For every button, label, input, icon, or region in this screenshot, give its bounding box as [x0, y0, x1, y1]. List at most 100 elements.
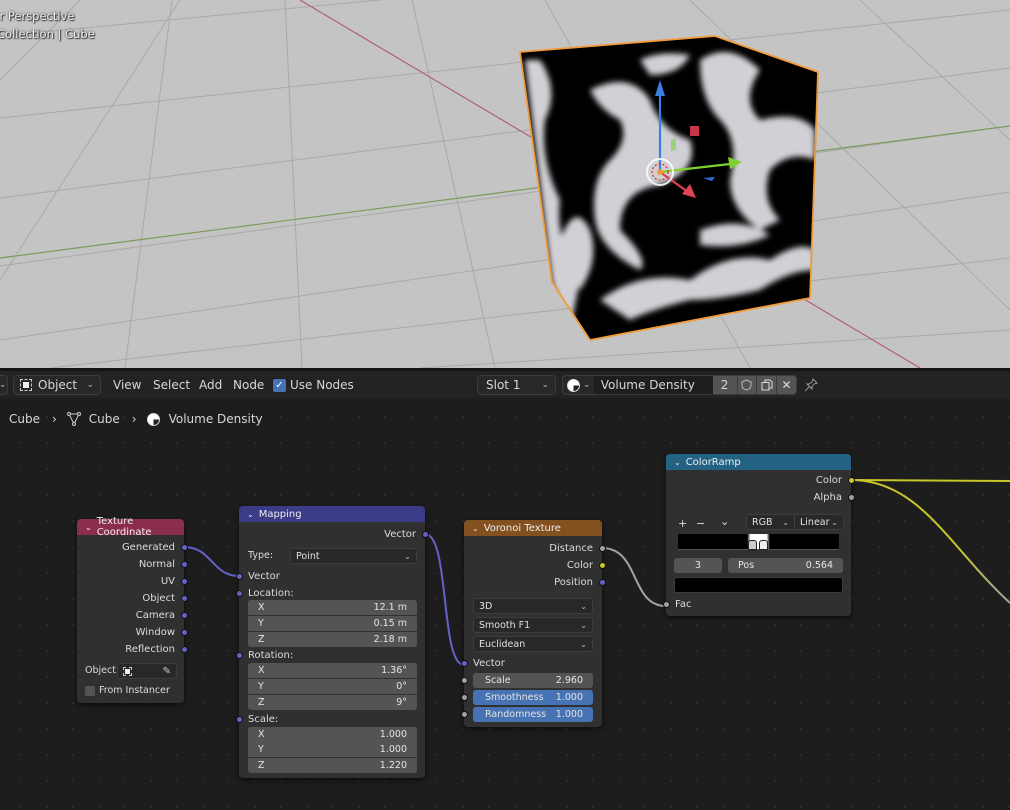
node-colorramp[interactable]: ⌄ ColorRamp Color Alpha + − ⌄ RGB ⌄ Linea… — [662, 454, 855, 616]
output-normal: Normal — [77, 557, 188, 571]
type-label: Type: — [248, 550, 274, 561]
dimensions-dropdown[interactable]: 3D ⌄ — [473, 598, 593, 614]
3d-viewport[interactable]: User Perspective Collection | Cube — [0, 0, 1010, 368]
fake-user-shield-icon[interactable] — [736, 376, 757, 394]
socket[interactable] — [180, 645, 188, 653]
chevron-down-icon: ⌄ — [580, 639, 587, 649]
collapse-chevron-icon[interactable]: ⌄ — [472, 524, 479, 533]
rotation-x-field[interactable]: X 1.36° — [248, 663, 417, 678]
editor-type-dropdown[interactable]: ⌄ — [0, 375, 8, 395]
collapse-chevron-icon[interactable]: ⌄ — [247, 510, 254, 519]
socket[interactable] — [180, 628, 188, 636]
material-browse-button[interactable]: ⌄ — [563, 376, 594, 394]
rotation-z-field[interactable]: Z 9° — [248, 695, 417, 710]
active-stop-index-field[interactable]: 3 — [674, 558, 722, 573]
socket-label: Distance — [549, 542, 593, 554]
chevron-down-icon: ⌄ — [580, 601, 587, 611]
location-x-field[interactable]: X 12.1 m — [248, 600, 417, 615]
scale-y-field[interactable]: Y 1.000 — [248, 742, 417, 757]
collapse-chevron-icon[interactable]: ⌄ — [674, 458, 681, 467]
output-vector: Vector — [239, 527, 429, 541]
field-value: 2.960 — [555, 675, 583, 686]
checkbox-checked-icon[interactable]: ✓ — [273, 378, 286, 392]
slot-dropdown[interactable]: Slot 1 ⌄ — [477, 375, 556, 395]
mode-label: Object — [38, 378, 78, 392]
from-instancer-checkbox[interactable]: From Instancer — [85, 685, 170, 696]
socket[interactable] — [598, 544, 606, 552]
socket[interactable] — [235, 715, 243, 723]
color-stop-handle[interactable] — [759, 540, 768, 550]
menu-add[interactable]: Add — [193, 375, 228, 395]
metric-dropdown[interactable]: Euclidean ⌄ — [473, 636, 593, 652]
randomness-slider[interactable]: Randomness 1.000 — [473, 707, 593, 722]
axis-label: Y — [258, 681, 264, 692]
interpolation-dropdown[interactable]: Linear ⌄ — [794, 514, 844, 530]
node-header-texture-coordinate[interactable]: ⌄ Texture Coordinate — [77, 516, 184, 538]
node-editor-header: ⌄ Object ⌄ View Select Add Node ✓ Use No… — [0, 371, 1010, 398]
close-icon[interactable]: ✕ — [776, 376, 796, 394]
menu-view[interactable]: View — [107, 375, 147, 395]
ramp-menu-button[interactable]: ⌄ — [720, 515, 729, 528]
node-texture-coordinate[interactable]: ⌄ Texture Coordinate Generated Normal UV… — [77, 516, 188, 703]
menu-select[interactable]: Select — [147, 375, 196, 395]
socket[interactable] — [460, 710, 468, 718]
eyedropper-icon[interactable]: ✎ — [163, 666, 171, 677]
location-z-field[interactable]: Z 2.18 m — [248, 632, 417, 647]
node-mapping[interactable]: ⌄ Mapping Vector Type: Point ⌄ Vector Loc… — [235, 506, 429, 778]
link-color-out-2 — [850, 479, 1010, 604]
socket[interactable] — [421, 530, 429, 538]
duplicate-icon[interactable] — [756, 376, 777, 394]
scale-field[interactable]: Scale 2.960 — [473, 673, 593, 688]
collapse-chevron-icon[interactable]: ⌄ — [85, 523, 92, 532]
socket[interactable] — [180, 543, 188, 551]
rotation-y-field[interactable]: Y 0° — [248, 679, 417, 694]
menu-node[interactable]: Node — [227, 375, 270, 395]
socket[interactable] — [847, 476, 855, 484]
chevron-down-icon: ⌄ — [86, 380, 94, 390]
smoothness-slider[interactable]: Smoothness 1.000 — [473, 690, 593, 705]
node-editor-canvas[interactable]: ⌄ Texture Coordinate Generated Normal UV… — [0, 398, 1010, 810]
from-instancer-label: From Instancer — [99, 685, 170, 696]
scale-x-field[interactable]: X 1.000 — [248, 727, 417, 742]
socket[interactable] — [662, 600, 670, 608]
object-picker[interactable]: ✎ — [117, 663, 177, 679]
pos-field[interactable]: Pos 0.564 — [728, 558, 843, 573]
chevron-down-icon: ⌄ — [580, 620, 587, 630]
socket[interactable] — [460, 693, 468, 701]
location-y-field[interactable]: Y 0.15 m — [248, 616, 417, 631]
socket[interactable] — [598, 561, 606, 569]
use-nodes-toggle[interactable]: ✓ Use Nodes — [273, 375, 354, 395]
object-mode-dropdown[interactable]: Object ⌄ — [13, 375, 101, 395]
add-stop-button[interactable]: + — [678, 517, 687, 530]
socket[interactable] — [180, 594, 188, 602]
link-color-out-1 — [850, 479, 1010, 482]
material-name-field[interactable]: Volume Density — [593, 376, 713, 394]
checkbox-unchecked-icon[interactable] — [85, 685, 95, 696]
socket[interactable] — [847, 493, 855, 501]
socket[interactable] — [460, 659, 468, 667]
node-header-mapping[interactable]: ⌄ Mapping — [239, 506, 425, 522]
socket[interactable] — [180, 577, 188, 585]
socket[interactable] — [598, 578, 606, 586]
socket[interactable] — [235, 651, 243, 659]
socket[interactable] — [180, 560, 188, 568]
feature-dropdown[interactable]: Smooth F1 ⌄ — [473, 617, 593, 633]
node-header-voronoi[interactable]: ⌄ Voronoi Texture — [464, 520, 602, 536]
color-stop-handle[interactable] — [748, 540, 757, 550]
node-header-colorramp[interactable]: ⌄ ColorRamp — [666, 454, 851, 470]
socket[interactable] — [235, 572, 243, 580]
stop-color-swatch[interactable] — [674, 577, 843, 593]
scale-z-field[interactable]: Z 1.220 — [248, 758, 417, 773]
remove-stop-button[interactable]: − — [696, 517, 705, 530]
field-value: 1.220 — [379, 760, 407, 771]
node-voronoi-texture[interactable]: ⌄ Voronoi Texture Distance Color Positio… — [460, 520, 606, 727]
socket[interactable] — [460, 676, 468, 684]
color-mode-dropdown[interactable]: RGB ⌄ — [746, 514, 795, 530]
type-dropdown[interactable]: Point ⌄ — [290, 548, 417, 564]
user-count[interactable]: 2 — [712, 376, 737, 394]
color-ramp-gradient[interactable] — [678, 534, 839, 550]
pin-icon[interactable] — [804, 375, 818, 395]
socket[interactable] — [235, 589, 243, 597]
field-value: 1.000 — [555, 709, 583, 720]
socket[interactable] — [180, 611, 188, 619]
